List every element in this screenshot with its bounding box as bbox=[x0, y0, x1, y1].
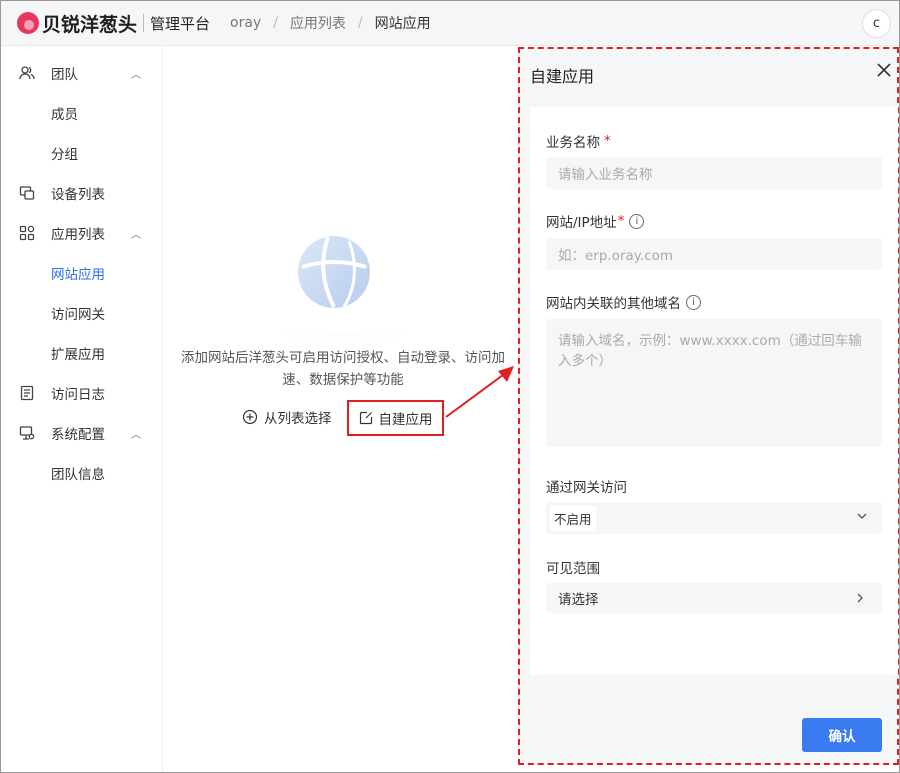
business-name-label: 业务名称 * bbox=[546, 131, 611, 151]
site-address-label-text: 网站/IP地址 bbox=[546, 215, 617, 231]
sidebar-item-label: 访问日志 bbox=[51, 387, 105, 403]
related-domains-textarea[interactable]: 请输入域名，示例：www.xxxx.com（通过回车输入多个） bbox=[546, 319, 882, 447]
team-icon bbox=[19, 65, 35, 81]
chevron-up-icon: ︿ bbox=[131, 69, 141, 81]
top-header: 贝锐洋葱头 管理平台 oray / 应用列表 / 网站应用 c bbox=[1, 1, 899, 46]
close-icon[interactable] bbox=[875, 61, 893, 79]
create-app-button[interactable]: 自建应用 bbox=[347, 400, 444, 436]
drawer-title: 自建应用 bbox=[530, 67, 595, 86]
required-mark: * bbox=[604, 133, 611, 149]
breadcrumb-team[interactable]: oray bbox=[230, 15, 261, 31]
empty-state-illustration bbox=[224, 227, 464, 377]
site-address-label: 网站/IP地址 * i bbox=[546, 211, 645, 231]
chevron-up-icon: ︿ bbox=[131, 429, 141, 441]
sidebar-item-web-apps[interactable]: 网站应用 bbox=[51, 253, 105, 293]
sidebar-item-team-info[interactable]: 团队信息 bbox=[51, 453, 105, 493]
related-domains-label-text: 网站内关联的其他域名 bbox=[546, 296, 681, 312]
sidebar-item-label: 应用列表 bbox=[51, 227, 105, 243]
settings-icon bbox=[19, 425, 35, 441]
sidebar-item-gateway[interactable]: 访问网关 bbox=[51, 293, 105, 333]
brand-name: 贝锐洋葱头 bbox=[42, 13, 138, 36]
brand-logo[interactable]: 贝锐洋葱头 bbox=[17, 10, 137, 37]
visible-scope-picker[interactable]: 请选择 bbox=[546, 583, 882, 613]
chevron-right-icon bbox=[857, 593, 863, 603]
apps-icon bbox=[19, 225, 35, 241]
breadcrumb-current: 网站应用 bbox=[374, 16, 431, 32]
breadcrumb: oray / 应用列表 / 网站应用 bbox=[230, 13, 431, 33]
sidebar-item-team[interactable]: 团队 ︿ bbox=[1, 53, 163, 93]
visible-scope-value: 请选择 bbox=[558, 592, 599, 608]
sidebar-item-logs[interactable]: 访问日志 bbox=[1, 373, 163, 413]
chevron-down-icon bbox=[857, 513, 867, 519]
log-icon bbox=[19, 385, 35, 401]
main-content: 添加网站后洋葱头可启用访问授权、自动登录、访问加速、数据保护等功能 从列表选择 … bbox=[164, 47, 518, 772]
device-icon bbox=[19, 185, 35, 201]
chevron-up-icon: ︿ bbox=[131, 229, 141, 241]
sidebar-item-extensions[interactable]: 扩展应用 bbox=[51, 333, 105, 373]
create-app-form: 业务名称 * 请输入业务名称 网站/IP地址 * i 如：erp.oray.co… bbox=[530, 107, 898, 675]
sidebar-item-label: 设备列表 bbox=[51, 187, 105, 203]
gateway-access-select[interactable]: 不启用 bbox=[546, 502, 882, 534]
related-domains-label: 网站内关联的其他域名 i bbox=[546, 292, 701, 312]
sidebar-item-label: 团队 bbox=[51, 67, 78, 83]
breadcrumb-separator: / bbox=[357, 15, 363, 31]
site-address-input[interactable]: 如：erp.oray.com bbox=[546, 238, 882, 270]
business-name-input[interactable]: 请输入业务名称 bbox=[546, 157, 882, 189]
empty-state-text: 添加网站后洋葱头可启用访问授权、自动登录、访问加速、数据保护等功能 bbox=[181, 350, 505, 388]
logo-divider bbox=[143, 14, 145, 32]
select-from-list-label: 从列表选择 bbox=[264, 411, 332, 427]
gateway-access-value: 不启用 bbox=[550, 505, 596, 531]
breadcrumb-separator: / bbox=[273, 15, 278, 31]
info-icon[interactable]: i bbox=[686, 294, 701, 310]
sidebar-item-label: 系统配置 bbox=[51, 427, 105, 443]
visible-scope-label: 可见范围 bbox=[546, 561, 600, 577]
sidebar-item-members[interactable]: 成员 bbox=[51, 93, 78, 133]
sidebar: 团队 ︿ 成员 分组 设备列表 应用列表 ︿ 网站应用 访问网关 扩展应用 访问… bbox=[1, 47, 163, 772]
business-name-label-text: 业务名称 bbox=[546, 135, 600, 151]
sidebar-item-apps[interactable]: 应用列表 ︿ bbox=[1, 213, 163, 253]
edit-icon bbox=[359, 411, 372, 425]
plus-circle-icon bbox=[242, 409, 258, 425]
sidebar-item-devices[interactable]: 设备列表 bbox=[1, 173, 163, 213]
avatar[interactable]: c bbox=[862, 9, 891, 38]
sidebar-item-groups[interactable]: 分组 bbox=[51, 133, 78, 173]
create-app-label: 自建应用 bbox=[378, 412, 433, 428]
breadcrumb-app-list[interactable]: 应用列表 bbox=[290, 13, 346, 33]
sidebar-item-settings[interactable]: 系统配置 ︿ bbox=[1, 413, 163, 453]
platform-title: 管理平台 bbox=[150, 14, 211, 33]
required-mark: * bbox=[617, 213, 625, 229]
info-icon[interactable]: i bbox=[629, 213, 645, 229]
logo-icon bbox=[17, 12, 39, 34]
gateway-access-label: 通过网关访问 bbox=[546, 480, 627, 496]
select-from-list-button[interactable]: 从列表选择 bbox=[242, 407, 332, 427]
confirm-button[interactable]: 确认 bbox=[802, 718, 882, 752]
create-app-drawer: 自建应用 业务名称 * 请输入业务名称 网站/IP地址 * i 如：erp.or… bbox=[518, 47, 899, 765]
